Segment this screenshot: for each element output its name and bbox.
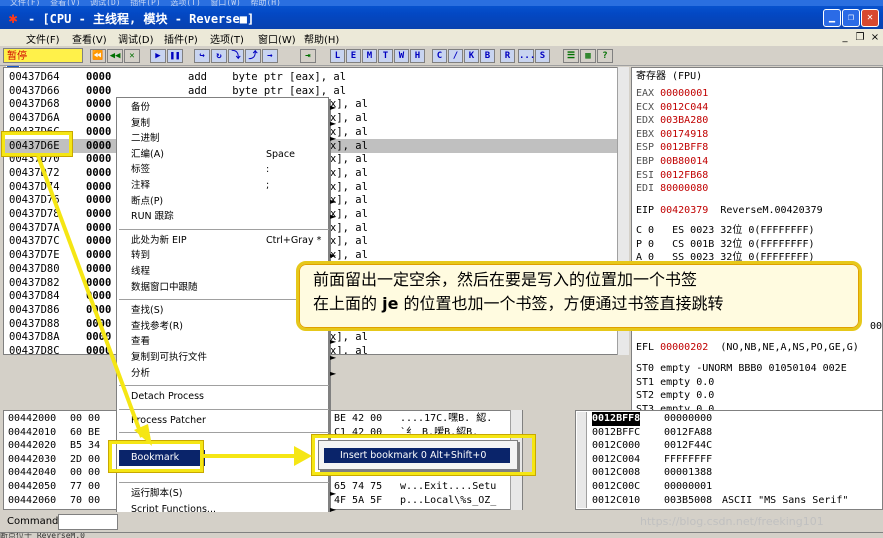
command-label: Command <box>7 516 59 527</box>
command-input[interactable] <box>58 514 118 530</box>
watermark-text: https://blog.csdn.net/freeking101 <box>640 515 824 528</box>
command-bar: Command https://blog.csdn.net/freeking10… <box>0 512 883 532</box>
annotation-callout: 前面留出一定空余，然后在要是写入的位置加一个书签 在上面的 je 的位置也加一个… <box>296 261 862 331</box>
status-bar: 断点位于 ReverseM.0 <box>0 532 883 538</box>
callout-line-1: 前面留出一定空余，然后在要是写入的位置加一个书签 <box>313 270 698 289</box>
arrowhead-2 <box>294 446 312 466</box>
arrow-address-to-bookmark <box>36 155 144 438</box>
callout-line-2: 在上面的 je 的位置也加一个书签，方便通过书签直接跳转 <box>313 294 724 313</box>
